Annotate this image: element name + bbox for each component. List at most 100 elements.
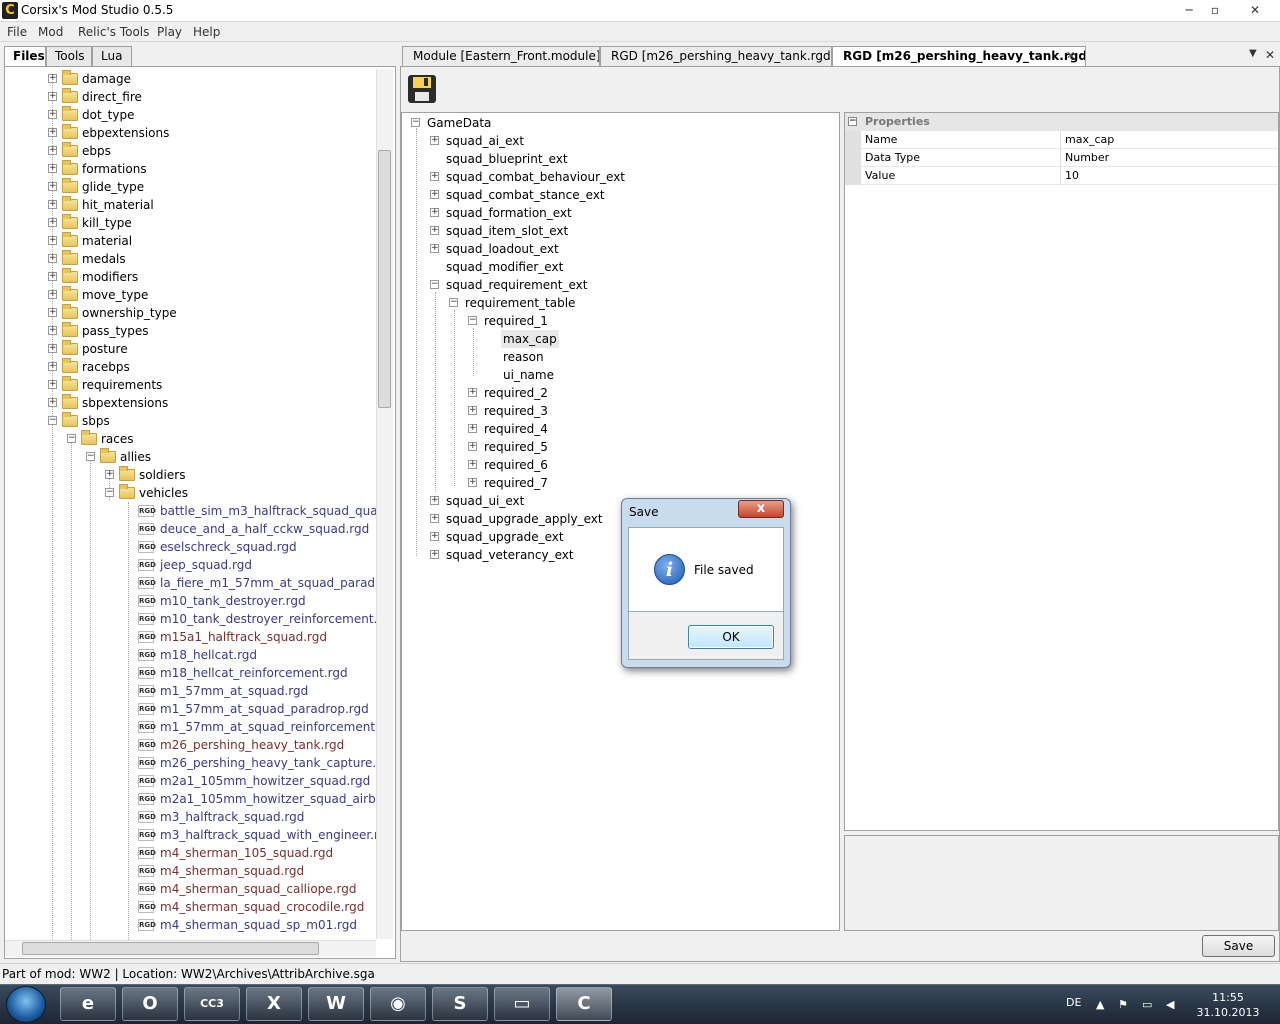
expand-icon[interactable]: + (430, 514, 439, 523)
rgd-file-item[interactable]: RGD m4_sherman_105_squad.rgd (138, 844, 376, 862)
tab-list-dropdown-icon[interactable]: ▼ (1249, 48, 1257, 59)
property-row[interactable]: Name max_cap (845, 131, 1278, 149)
expand-icon[interactable]: − (48, 416, 57, 425)
tree-folder-ebpextensions[interactable]: + ebpextensions (48, 124, 376, 142)
expand-icon[interactable]: + (430, 496, 439, 505)
expand-icon[interactable]: + (48, 308, 57, 317)
rgd-file-item[interactable]: RGD m4_sherman_squad_sp_m01.rgd (138, 916, 376, 934)
tree-folder-modifiers[interactable]: + modifiers (48, 268, 376, 286)
excel-icon[interactable]: X (246, 987, 302, 1021)
tree-folder-ebps[interactable]: + ebps (48, 142, 376, 160)
expand-icon[interactable]: + (48, 272, 57, 281)
expand-icon[interactable]: + (48, 362, 57, 371)
expand-icon[interactable]: + (105, 470, 114, 479)
expand-icon[interactable]: + (430, 190, 439, 199)
rgd-file-item[interactable]: RGD deuce_and_a_half_cckw_squad.rgd (138, 520, 376, 538)
tree-folder-direct-fire[interactable]: + direct_fire (48, 88, 376, 106)
tree-folder-ownership-type[interactable]: + ownership_type (48, 304, 376, 322)
expand-icon[interactable]: + (430, 136, 439, 145)
volume-icon[interactable]: ◀ (1166, 998, 1174, 1011)
expand-icon[interactable]: + (468, 406, 477, 415)
menu-relics-tools[interactable]: Relic's Tools (78, 25, 149, 39)
rgd-file-item[interactable]: RGD m1_57mm_at_squad.rgd (138, 682, 376, 700)
expand-icon[interactable]: − (430, 280, 439, 289)
clock[interactable]: 11:55 31.10.2013 (1190, 990, 1266, 1020)
show-hidden-icons-icon[interactable]: ▲ (1096, 998, 1104, 1011)
rgd-file-item[interactable]: RGD m26_pershing_heavy_tank_capture.rgd (138, 754, 376, 772)
expand-icon[interactable]: + (48, 344, 57, 353)
tree-horizontal-scroll-thumb[interactable] (22, 942, 319, 955)
rgd-file-item[interactable]: RGD m1_57mm_at_squad_reinforcement.rgd (138, 718, 376, 736)
tree-folder-posture[interactable]: + posture (48, 340, 376, 358)
collapse-icon[interactable]: − (848, 117, 857, 126)
expand-icon[interactable]: + (430, 532, 439, 541)
rgd-file-item[interactable]: RGD m15a1_halftrack_squad.rgd (138, 628, 376, 646)
save-button[interactable]: Save (1202, 935, 1275, 957)
rgd-file-item[interactable]: RGD la_fiere_m1_57mm_at_squad_paradrop.rg (138, 574, 376, 592)
rgd-file-item[interactable]: RGD jeep_squad.rgd (138, 556, 376, 574)
expand-icon[interactable]: − (105, 488, 114, 497)
expand-icon[interactable]: + (468, 478, 477, 487)
tree-folder-allies[interactable]: − allies (86, 448, 376, 466)
expand-icon[interactable]: + (468, 388, 477, 397)
tree-folder-racebps[interactable]: + racebps (48, 358, 376, 376)
tab-module-eastern-front[interactable]: Module [Eastern_Front.module] (402, 46, 600, 66)
close-tab-icon[interactable]: ✕ (1066, 49, 1075, 62)
tree-folder-medals[interactable]: + medals (48, 250, 376, 268)
rgd-file-item[interactable]: RGD m1_57mm_at_squad_paradrop.rgd (138, 700, 376, 718)
expand-icon[interactable]: + (48, 290, 57, 299)
rgd-file-item[interactable]: RGD m10_tank_destroyer.rgd (138, 592, 376, 610)
property-row[interactable]: Value 10 (845, 167, 1278, 185)
expand-icon[interactable]: + (468, 424, 477, 433)
rgd-file-item[interactable]: RGD m4_sherman_squad.rgd (138, 862, 376, 880)
tree-folder-sbpextensions[interactable]: + sbpextensions (48, 394, 376, 412)
expand-icon[interactable]: + (48, 74, 57, 83)
expand-icon[interactable]: + (48, 218, 57, 227)
tab-rgd-m26-active[interactable]: RGD [m26_pershing_heavy_tank.rgd] (832, 46, 1086, 66)
word-icon[interactable]: W (308, 987, 364, 1021)
rgd-file-item[interactable]: RGD m2a1_105mm_howitzer_squad.rgd (138, 772, 376, 790)
tab-rgd-m26-1[interactable]: RGD [m26_pershing_heavy_tank.rgd] (600, 46, 832, 66)
rgd-file-item[interactable]: RGD m4_sherman_squad_crocodile.rgd (138, 898, 376, 916)
menu-play[interactable]: Play (157, 25, 182, 39)
tab-files[interactable]: Files (4, 46, 46, 67)
property-value[interactable]: 10 (1063, 167, 1079, 185)
menu-help[interactable]: Help (193, 25, 220, 39)
expand-icon[interactable]: + (48, 254, 57, 263)
maximize-button[interactable]: ▫ (1204, 2, 1226, 18)
expand-icon[interactable]: + (48, 200, 57, 209)
rgd-file-item[interactable]: RGD m18_hellcat_reinforcement.rgd (138, 664, 376, 682)
outlook-icon[interactable]: O (122, 987, 178, 1021)
tree-folder-formations[interactable]: + formations (48, 160, 376, 178)
tree-folder-sbps[interactable]: − sbps (48, 412, 376, 430)
expand-icon[interactable]: + (430, 208, 439, 217)
expand-icon[interactable]: + (48, 182, 57, 191)
expand-icon[interactable]: − (449, 298, 458, 307)
rgd-file-item[interactable]: RGD battle_sim_m3_halftrack_squad_quad.rg… (138, 502, 376, 520)
rgd-file-item[interactable]: RGD m18_hellcat.rgd (138, 646, 376, 664)
save-disk-icon[interactable] (406, 73, 438, 105)
close-window-button[interactable]: ✕ (1244, 2, 1266, 18)
tree-folder-races[interactable]: − races (67, 430, 376, 448)
rgd-file-item[interactable]: RGD m26_pershing_heavy_tank.rgd (138, 736, 376, 754)
expand-icon[interactable]: − (67, 434, 76, 443)
expand-icon[interactable]: + (48, 146, 57, 155)
minimize-button[interactable]: ─ (1178, 2, 1200, 18)
rgd-file-item[interactable]: RGD m10_tank_destroyer_reinforcement.rgd (138, 610, 376, 628)
dialog-ok-button[interactable]: OK (688, 625, 774, 649)
expand-icon[interactable]: − (411, 118, 420, 127)
expand-icon[interactable]: + (48, 164, 57, 173)
ie-icon[interactable]: e (60, 987, 116, 1021)
expand-icon[interactable]: − (86, 452, 95, 461)
cc3-icon[interactable]: CC3 (184, 987, 240, 1021)
tree-folder-requirements[interactable]: + requirements (48, 376, 376, 394)
rgd-file-item[interactable]: RGD m3_halftrack_squad.rgd (138, 808, 376, 826)
tab-tools[interactable]: Tools (46, 46, 92, 66)
expand-icon[interactable]: + (430, 226, 439, 235)
tree-folder-vehicles[interactable]: − vehicles (105, 484, 376, 502)
skype-icon[interactable]: S (432, 987, 488, 1021)
tree-folder-soldiers[interactable]: + soldiers (105, 466, 376, 484)
expand-icon[interactable]: + (430, 172, 439, 181)
expand-icon[interactable]: + (48, 380, 57, 389)
tree-folder-pass-types[interactable]: + pass_types (48, 322, 376, 340)
